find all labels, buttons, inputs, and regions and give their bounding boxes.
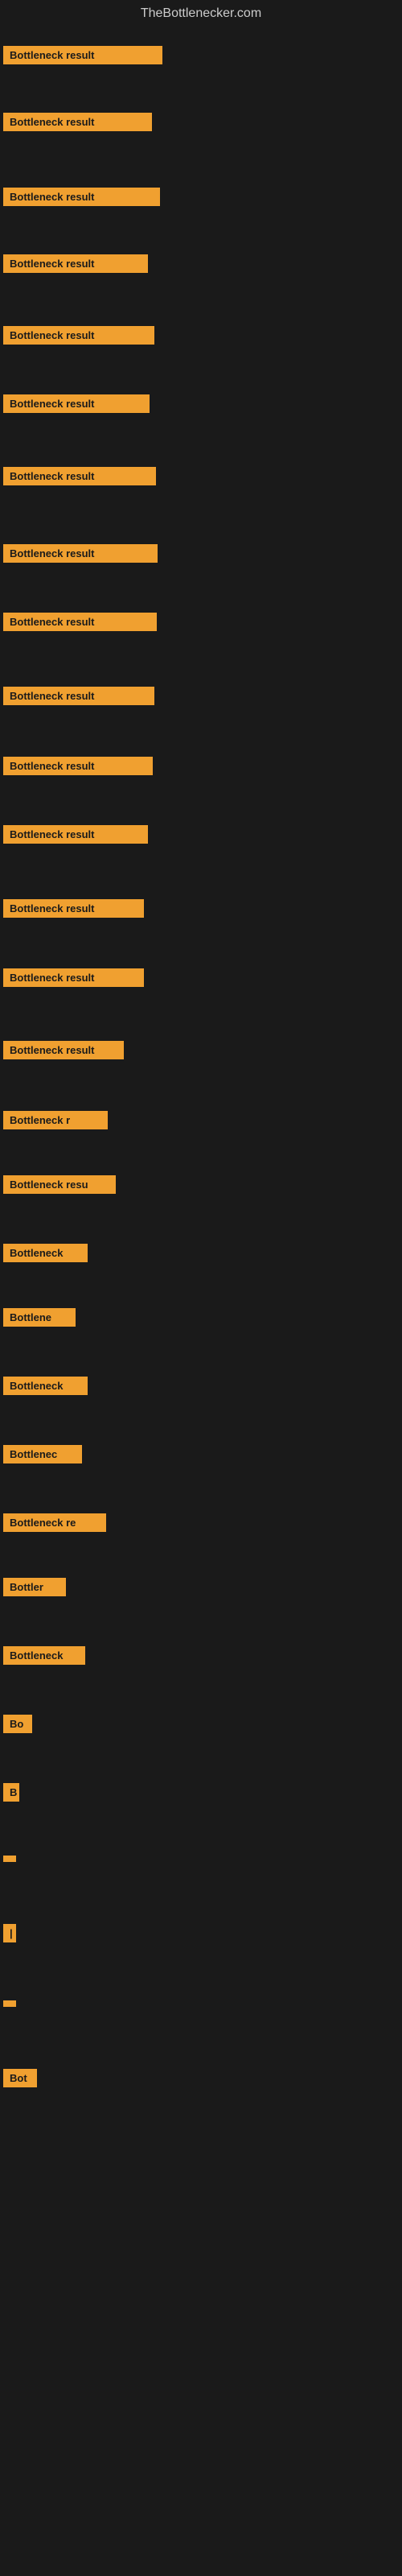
bottleneck-item-11[interactable]: Bottleneck result	[3, 757, 153, 779]
bottleneck-item-8[interactable]: Bottleneck result	[3, 544, 158, 567]
bottleneck-item-4[interactable]: Bottleneck result	[3, 254, 148, 277]
bottleneck-badge-23: Bottler	[3, 1578, 66, 1596]
bottleneck-item-21[interactable]: Bottlenec	[3, 1445, 82, 1468]
bottleneck-item-9[interactable]: Bottleneck result	[3, 613, 157, 635]
bottleneck-badge-1: Bottleneck result	[3, 46, 162, 64]
bottleneck-badge-12: Bottleneck result	[3, 825, 148, 844]
bottleneck-item-15[interactable]: Bottleneck result	[3, 1041, 124, 1063]
bottleneck-badge-13: Bottleneck result	[3, 899, 144, 918]
bottleneck-badge-20: Bottleneck	[3, 1377, 88, 1395]
bottleneck-badge-16: Bottleneck r	[3, 1111, 108, 1129]
bottleneck-badge-18: Bottleneck	[3, 1244, 88, 1262]
bottleneck-badge-17: Bottleneck resu	[3, 1175, 116, 1194]
bottleneck-badge-5: Bottleneck result	[3, 326, 154, 345]
bottleneck-badge-11: Bottleneck result	[3, 757, 153, 775]
bottleneck-item-28[interactable]: |	[3, 1924, 16, 1946]
bottleneck-item-2[interactable]: Bottleneck result	[3, 113, 152, 135]
bottleneck-badge-25: Bo	[3, 1715, 32, 1733]
bottleneck-item-24[interactable]: Bottleneck	[3, 1646, 85, 1669]
bottleneck-badge-21: Bottlenec	[3, 1445, 82, 1463]
bottleneck-badge-3: Bottleneck result	[3, 188, 160, 206]
bottleneck-badge-15: Bottleneck result	[3, 1041, 124, 1059]
bottleneck-item-7[interactable]: Bottleneck result	[3, 467, 156, 489]
bottleneck-badge-28: |	[3, 1924, 16, 1942]
bottleneck-badge-14: Bottleneck result	[3, 968, 144, 987]
bottleneck-item-22[interactable]: Bottleneck re	[3, 1513, 106, 1536]
bottleneck-badge-22: Bottleneck re	[3, 1513, 106, 1532]
bottleneck-item-3[interactable]: Bottleneck result	[3, 188, 160, 210]
bottleneck-item-29[interactable]	[3, 1996, 16, 2011]
bottleneck-item-19[interactable]: Bottlene	[3, 1308, 76, 1331]
bottleneck-badge-10: Bottleneck result	[3, 687, 154, 705]
bottleneck-badge-4: Bottleneck result	[3, 254, 148, 273]
bottleneck-item-26[interactable]: B	[3, 1783, 19, 1806]
bottleneck-item-17[interactable]: Bottleneck resu	[3, 1175, 116, 1198]
bottleneck-badge-24: Bottleneck	[3, 1646, 85, 1665]
bottleneck-badge-8: Bottleneck result	[3, 544, 158, 563]
bottleneck-item-5[interactable]: Bottleneck result	[3, 326, 154, 349]
bottleneck-item-18[interactable]: Bottleneck	[3, 1244, 88, 1266]
bottleneck-item-13[interactable]: Bottleneck result	[3, 899, 144, 922]
bottleneck-item-25[interactable]: Bo	[3, 1715, 32, 1737]
site-title: TheBottlenecker.com	[0, 0, 402, 27]
bottleneck-badge-9: Bottleneck result	[3, 613, 157, 631]
bottleneck-item-23[interactable]: Bottler	[3, 1578, 66, 1600]
bottleneck-item-6[interactable]: Bottleneck result	[3, 394, 150, 417]
bottleneck-badge-19: Bottlene	[3, 1308, 76, 1327]
bottleneck-badge-27	[3, 1856, 16, 1862]
bottleneck-item-12[interactable]: Bottleneck result	[3, 825, 148, 848]
bottleneck-badge-2: Bottleneck result	[3, 113, 152, 131]
bottleneck-badge-29	[3, 2000, 16, 2007]
bottleneck-item-1[interactable]: Bottleneck result	[3, 46, 162, 68]
bottleneck-badge-6: Bottleneck result	[3, 394, 150, 413]
bottleneck-badge-7: Bottleneck result	[3, 467, 156, 485]
bottleneck-badge-30: Bot	[3, 2069, 37, 2087]
bottleneck-item-30[interactable]: Bot	[3, 2069, 37, 2091]
bottleneck-item-16[interactable]: Bottleneck r	[3, 1111, 108, 1133]
bottleneck-item-27[interactable]	[3, 1852, 16, 1866]
bottleneck-item-14[interactable]: Bottleneck result	[3, 968, 144, 991]
bottleneck-item-20[interactable]: Bottleneck	[3, 1377, 88, 1399]
bottleneck-badge-26: B	[3, 1783, 19, 1802]
bottleneck-item-10[interactable]: Bottleneck result	[3, 687, 154, 709]
